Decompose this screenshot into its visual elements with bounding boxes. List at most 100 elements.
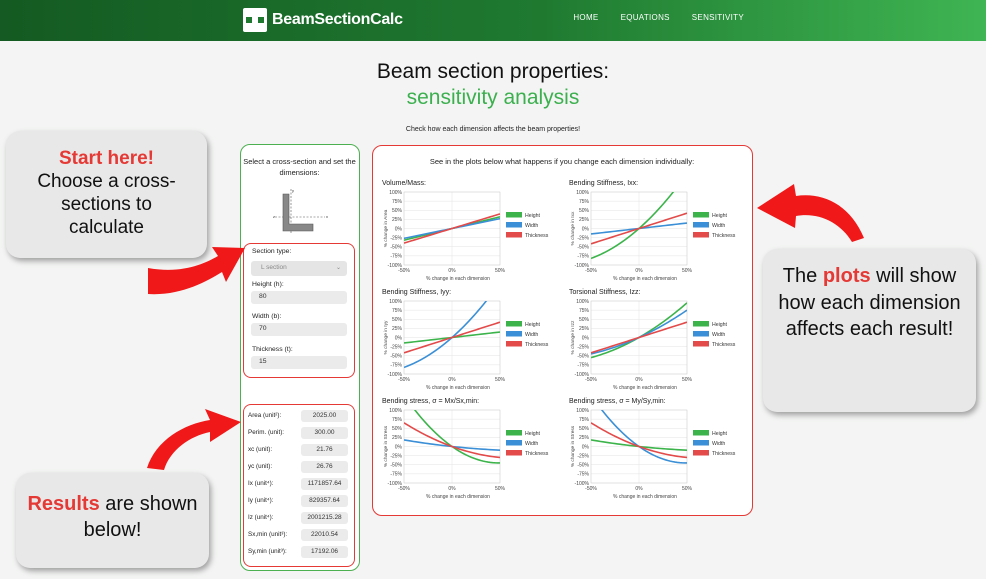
y-tick-label: 0% [395,444,403,450]
plot-volume-mass: Volume/Mass: 100% 75% 50% 25% 0% -25% -50% -75%… [382,180,560,290]
y-tick-label: -25% [577,453,589,459]
x-tick-label: -50% [398,486,410,492]
result-row: Sx,min (unit³): 22010.54 [244,529,356,542]
nav-equations[interactable]: EQUATIONS [621,13,670,22]
y-tick-label: 0% [582,226,590,232]
legend-swatch [506,331,522,337]
thickness-input[interactable]: 15 [251,356,347,369]
callout-results-post: are shown below! [83,493,198,541]
callout-plots-highlight: plots [822,265,871,287]
svg-text:x: x [326,214,328,219]
dimensions-form: Section type: L section ⌄ Height (h): 80… [243,243,355,378]
y-axis-label: % change in Iyy [383,320,389,354]
plot-canvas: 100%75%50%25%0%-25%-50%-75%-100%-50% 0% 50… [383,299,549,391]
legend-label: Thickness [712,233,736,239]
plot-title: Bending stress, σ = Mx/Sx,min: [382,398,480,405]
result-label: Ix (unit⁴): [248,480,274,487]
plot-area: 100%75%50%25%0%-25%-50%-75%-100%-50% 0% 50… [383,190,549,282]
y-tick-label: 0% [395,226,403,232]
page-subtitle: sensitivity analysis [406,86,580,109]
plot-bending-stiffness-ixx: Bending Stiffness, Ixx: 100% 75% 50% 25% 0% -… [569,180,747,290]
chevron-down-icon: ⌄ [335,265,341,271]
plot-area: 100%75%50%25%0%-25%-50%-75%-100%-50% 0% 50… [570,190,736,282]
y-tick-label: -50% [390,354,402,360]
legend-label: Height [712,213,728,219]
height-input[interactable]: 80 [251,291,347,304]
y-tick-label: -75% [390,254,402,260]
brand[interactable]: BeamSectionCalc [243,8,403,32]
x-axis-label: % change in each dimension [426,494,490,500]
legend-label: Height [712,431,728,437]
plots-intro: See in the plots below what happens if y… [429,157,695,166]
height-label: Height (h): [252,281,284,288]
result-label: Perim. (unit): [248,429,285,436]
result-label: Area (unit²): [248,412,282,419]
legend-label: Width [712,332,725,338]
result-row: Iz (unit⁴): 2001215.28 [244,512,356,525]
x-tick-label: 0% [448,377,456,383]
plot-area: 100%75%50%25%0%-25%-50%-75%-100%-50% 0% 50… [383,408,549,500]
nav-sensitivity[interactable]: SENSITIVITY [692,13,744,22]
y-axis-label: % change in Stress [383,425,389,467]
y-tick-label: -50% [390,463,402,469]
x-axis-label: % change in each dimension [613,385,677,391]
y-tick-label: 50% [392,426,403,432]
y-tick-label: -50% [577,463,589,469]
x-tick-label: 50% [682,377,693,383]
y-tick-label: -25% [577,235,589,241]
legend-swatch [506,450,522,456]
plot-title: Bending Stiffness, Ixx: [569,180,639,187]
x-tick-label: 0% [635,377,643,383]
plot-title: Bending Stiffness, Iyy: [382,289,452,296]
svg-text:z: z [273,214,275,219]
results-panel: Area (unit²): 2025.00 Perim. (unit): 300… [243,404,355,567]
x-tick-label: -50% [398,377,410,383]
section-type-select[interactable]: L section ⌄ [251,261,347,276]
plot-title: Bending stress, σ = My/Sy,min: [569,398,666,405]
plot-bending-stress-y: Bending stress, σ = My/Sy,min: 100% 75% 50… [569,398,747,508]
result-value: 22010.54 [301,529,348,541]
y-tick-label: 0% [582,444,590,450]
x-axis-label: % change in each dimension [426,385,490,391]
result-row: xc (unit): 21.76 [244,444,356,457]
legend-swatch [693,430,709,436]
x-axis-label: % change in each dimension [426,276,490,282]
legend-label: Width [712,223,725,229]
result-label: xc (unit): [248,446,273,453]
result-value: 17192.06 [301,546,348,558]
x-tick-label: -50% [585,268,597,274]
result-value: 21.76 [301,444,348,456]
result-value: 26.76 [301,461,348,473]
result-label: Iy (unit⁴): [248,497,274,504]
result-value: 1171857.64 [301,478,348,490]
legend-label: Width [712,441,725,447]
result-value: 2001215.28 [301,512,348,524]
width-input[interactable]: 70 [251,323,347,336]
brand-name[interactable]: BeamSectionCalc [272,11,403,29]
plot-canvas: 100%75%50%25%0%-25%-50%-75%-100%-50% 0% 50… [383,190,549,282]
callout-plots: The plots will show how each dimension a… [763,249,976,412]
plot-canvas: 100%75%50%25%0%-25%-50%-75%-100%-50% 0% 50… [570,190,736,282]
result-label: yc (unit): [248,463,273,470]
result-row: Ix (unit⁴): 1171857.64 [244,478,356,491]
legend-swatch [693,212,709,218]
x-axis-label: % change in each dimension [613,494,677,500]
plot-title: Torsional Stiffness, Izz: [569,289,641,296]
section-type-label: Section type: [252,248,292,255]
y-axis-label: % change in Izz [570,320,576,354]
result-row: Perim. (unit): 300.00 [244,427,356,440]
y-tick-label: -50% [577,245,589,251]
x-tick-label: 0% [635,268,643,274]
y-tick-label: 50% [579,426,590,432]
legend-swatch [693,331,709,337]
legend-label: Height [712,322,728,328]
nav-home[interactable]: HOME [573,13,598,22]
y-tick-label: 0% [582,335,590,341]
section-type-value: L section [261,264,287,271]
legend-swatch [506,430,522,436]
callout-results: Results are shown below! [16,473,209,568]
y-tick-label: 100% [389,408,402,414]
plot-area: 100%75%50%25%0%-25%-50%-75%-100%-50% 0% 50… [570,408,736,500]
result-value: 300.00 [301,427,348,439]
y-tick-label: 100% [389,190,402,196]
